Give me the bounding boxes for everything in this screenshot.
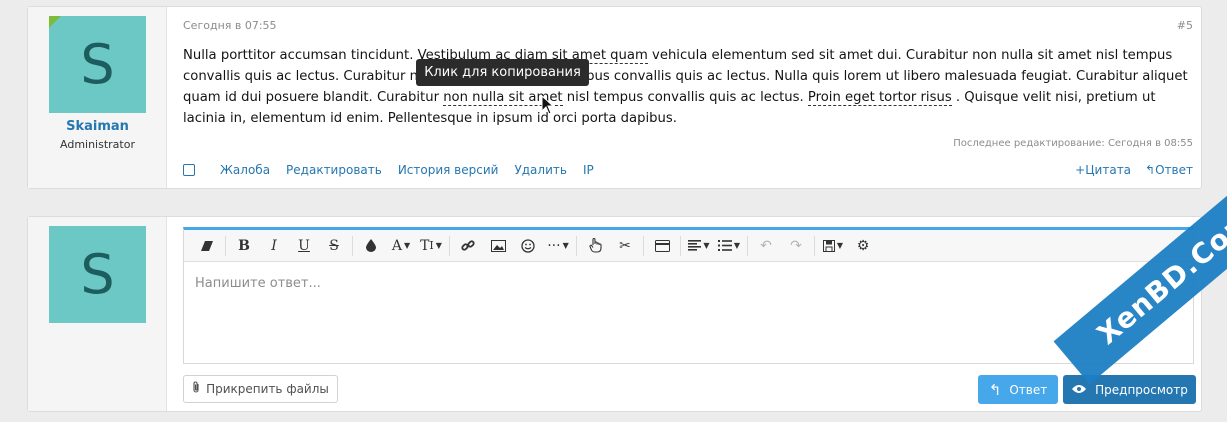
reply-submit-button[interactable]: ↰ Ответ bbox=[978, 375, 1058, 404]
toolbar-divider bbox=[225, 235, 226, 256]
post-body: Nulla porttitor accumsan tincidunt. Vest… bbox=[183, 45, 1195, 129]
preview-label: Предпросмотр bbox=[1095, 382, 1188, 397]
username[interactable]: Skaiman bbox=[28, 119, 167, 134]
bold-icon[interactable]: B bbox=[229, 230, 259, 262]
toolbar-divider bbox=[814, 235, 815, 256]
message-arrow bbox=[167, 239, 174, 253]
avatar-letter: S bbox=[80, 243, 115, 306]
post-actions: Жалоба Редактировать История версий Удал… bbox=[183, 162, 1193, 180]
ip-link[interactable]: IP bbox=[583, 163, 594, 177]
settings-icon[interactable]: ⚙ bbox=[848, 230, 878, 262]
toolbar-divider bbox=[643, 235, 644, 256]
strikethrough-icon[interactable]: S bbox=[319, 230, 349, 262]
reply-input[interactable]: Напишите ответ... bbox=[195, 276, 321, 291]
post-text: nisl tempus convallis quis ac lectus. bbox=[562, 90, 808, 105]
drafts-icon[interactable]: ▼ bbox=[818, 230, 848, 262]
italic-icon[interactable]: I bbox=[259, 230, 289, 262]
link-icon[interactable] bbox=[453, 230, 483, 262]
plus-icon: + bbox=[1075, 163, 1086, 177]
preview-button[interactable]: Предпросмотр bbox=[1063, 375, 1196, 404]
reply-icon: ↰ bbox=[988, 380, 1002, 399]
reply-label: Ответ bbox=[1155, 163, 1193, 177]
font-size-icon[interactable]: A ▼ bbox=[386, 230, 416, 262]
toolbar-divider bbox=[680, 235, 681, 256]
attach-label: Прикрепить файлы bbox=[206, 382, 329, 396]
reply-link[interactable]: ↰Ответ bbox=[1145, 163, 1193, 177]
toolbar-divider bbox=[747, 235, 748, 256]
reply-submit-label: Ответ bbox=[1009, 382, 1048, 397]
paperclip-icon bbox=[192, 381, 201, 397]
edit-link[interactable]: Редактировать bbox=[286, 163, 382, 177]
delete-link[interactable]: Удалить bbox=[514, 163, 567, 177]
post-user-column: S Skaiman Administrator bbox=[28, 7, 167, 188]
editor-toolbar: B I U S A ▼ T I ▼ ··· ▼ ✂ ▼ ▼ ↶ ↷ ▼ ⚙ bbox=[184, 230, 1193, 262]
post-text: Nulla porttitor accumsan tincidunt. bbox=[183, 48, 418, 63]
post-date[interactable]: Сегодня в 07:55 bbox=[183, 19, 277, 32]
message-arrow bbox=[167, 29, 174, 43]
post-message: S Skaiman Administrator Сегодня в 07:55 … bbox=[27, 6, 1202, 189]
hand-icon[interactable] bbox=[580, 230, 610, 262]
avatar-letter: S bbox=[80, 33, 115, 96]
reply-user-column: S bbox=[28, 217, 167, 411]
toolbar-divider bbox=[449, 235, 450, 256]
avatar[interactable]: S bbox=[49, 16, 146, 113]
font-family-icon[interactable]: T I ▼ bbox=[416, 230, 446, 262]
more-icon[interactable]: ··· ▼ bbox=[543, 230, 573, 262]
online-indicator bbox=[49, 16, 61, 28]
redo-icon[interactable]: ↷ bbox=[781, 230, 811, 262]
report-link[interactable]: Жалоба bbox=[220, 163, 270, 177]
align-icon[interactable]: ▼ bbox=[684, 230, 714, 262]
editor: B I U S A ▼ T I ▼ ··· ▼ ✂ ▼ ▼ ↶ ↷ ▼ ⚙ На… bbox=[183, 227, 1194, 364]
copy-link[interactable]: Proin eget tortor risus bbox=[807, 90, 952, 106]
toolbar-divider bbox=[352, 235, 353, 256]
post-number[interactable]: #5 bbox=[1177, 19, 1193, 32]
quick-reply: S B I U S A ▼ T I ▼ ··· ▼ ✂ ▼ ▼ ↶ ↷ ▼ ⚙ … bbox=[27, 216, 1202, 412]
reply-icon: ↰ bbox=[1145, 163, 1156, 177]
quote-label: Цитата bbox=[1085, 163, 1132, 177]
eraser-icon[interactable] bbox=[192, 230, 222, 262]
copy-tooltip: Клик для копирования bbox=[416, 59, 589, 86]
quote-button[interactable]: +Цитата bbox=[1075, 163, 1131, 177]
toolbar-divider bbox=[576, 235, 577, 256]
user-title: Administrator bbox=[60, 138, 135, 151]
list-icon[interactable]: ▼ bbox=[714, 230, 744, 262]
select-checkbox[interactable] bbox=[183, 164, 195, 176]
eye-icon bbox=[1071, 383, 1087, 397]
card-icon[interactable] bbox=[647, 230, 677, 262]
last-edited: Последнее редактирование: Сегодня в 08:5… bbox=[953, 138, 1193, 149]
smilie-icon[interactable] bbox=[513, 230, 543, 262]
mouse-cursor-icon bbox=[541, 95, 555, 115]
undo-icon[interactable]: ↶ bbox=[751, 230, 781, 262]
color-icon[interactable] bbox=[356, 230, 386, 262]
history-link[interactable]: История версий bbox=[398, 163, 499, 177]
avatar[interactable]: S bbox=[49, 226, 146, 323]
attach-files-button[interactable]: Прикрепить файлы bbox=[183, 375, 338, 403]
scissors-icon[interactable]: ✂ bbox=[610, 230, 640, 262]
image-icon[interactable] bbox=[483, 230, 513, 262]
underline-icon[interactable]: U bbox=[289, 230, 319, 262]
